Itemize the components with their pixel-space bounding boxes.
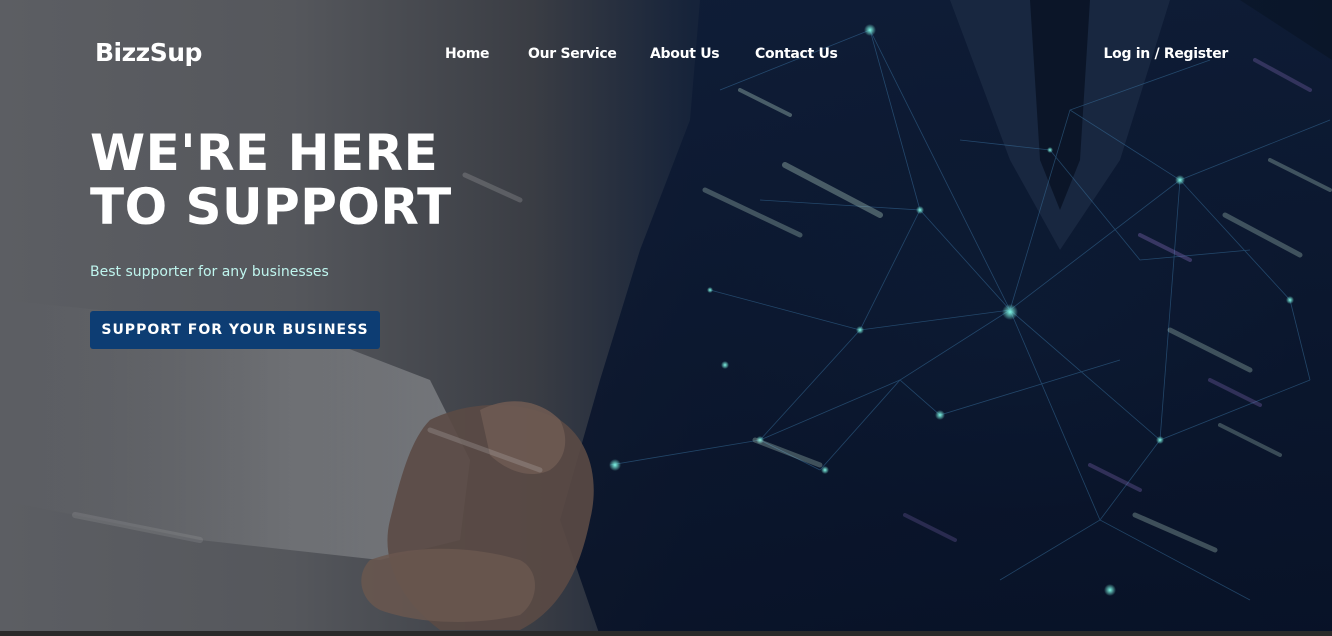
brand-logo[interactable]: BizzSup bbox=[95, 38, 202, 67]
nav-link-contact-us[interactable]: Contact Us bbox=[755, 46, 838, 62]
bottom-divider bbox=[0, 631, 1332, 636]
nav-link-home[interactable]: Home bbox=[445, 46, 490, 62]
login-register-link[interactable]: Log in / Register bbox=[1095, 46, 1229, 62]
hero-subtitle: Best supporter for any businesses bbox=[90, 264, 329, 280]
support-business-cta-button[interactable]: SUPPORT FOR YOUR BUSINESS bbox=[90, 311, 380, 349]
hero-headline: WE'RE HERE TO SUPPORT bbox=[90, 124, 452, 236]
nav-link-our-service[interactable]: Our Service bbox=[528, 46, 617, 62]
nav-link-about-us[interactable]: About Us bbox=[650, 46, 720, 62]
hero-section: BizzSup Home Our Service About Us Contac… bbox=[0, 0, 1332, 636]
top-navbar: BizzSup Home Our Service About Us Contac… bbox=[0, 0, 1332, 108]
